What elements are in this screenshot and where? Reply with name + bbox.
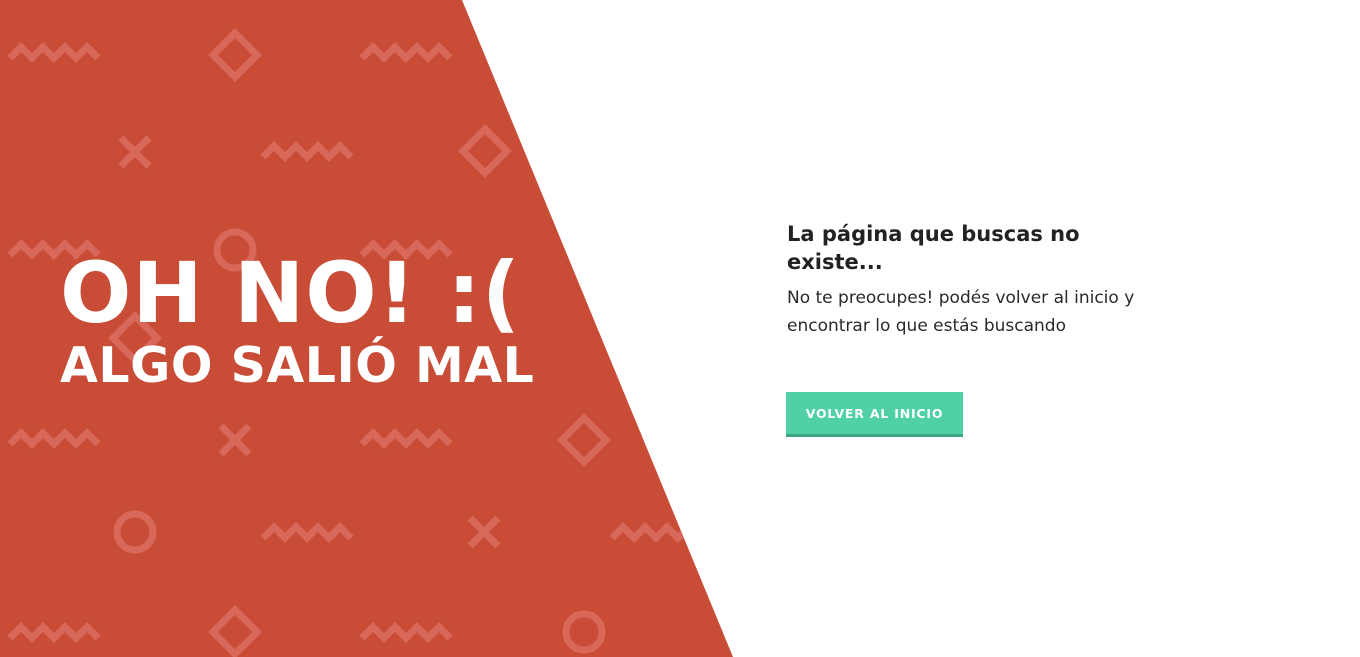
- error-page: OH NO! :( ALGO SALIÓ MAL La página que b…: [0, 0, 1360, 657]
- error-message: La página que buscas no existe... No te …: [787, 220, 1187, 340]
- back-home-button[interactable]: VOLVER AL INICIO: [786, 392, 963, 437]
- message-heading: La página que buscas no existe...: [787, 222, 1080, 274]
- message-body: No te preocupes! podés volver al inicio …: [787, 288, 1135, 336]
- error-title: OH NO! :(: [60, 244, 522, 342]
- error-subtitle: ALGO SALIÓ MAL: [60, 337, 535, 394]
- error-headline: OH NO! :( ALGO SALIÓ MAL: [60, 248, 534, 394]
